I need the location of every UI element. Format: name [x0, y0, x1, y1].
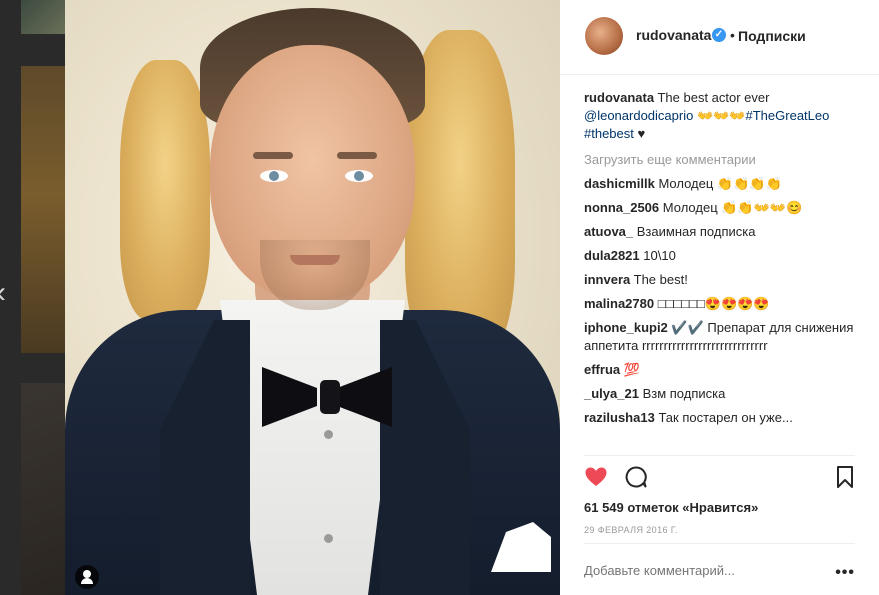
- comment: effrua 💯: [584, 361, 864, 379]
- following-button[interactable]: Подписки: [738, 28, 806, 44]
- background-feed: [0, 0, 65, 595]
- comment-username[interactable]: malina2780: [584, 296, 654, 311]
- photo-eye: [260, 170, 288, 182]
- photo-bowtie-knot: [320, 380, 340, 414]
- bookmark-icon[interactable]: [835, 465, 855, 489]
- comment: _ulya_21 Взм подписка: [584, 385, 864, 403]
- user-tag-icon[interactable]: [75, 565, 99, 589]
- photo-brow: [253, 152, 293, 159]
- header-username[interactable]: rudovanata: [636, 27, 711, 43]
- verified-badge-icon: ✓: [712, 28, 726, 42]
- statue-shape: [120, 60, 210, 320]
- comment-text: Взм подписка: [642, 386, 726, 401]
- post-date[interactable]: 29 ФЕВРАЛЯ 2016 Г.: [584, 525, 678, 535]
- photo-eye: [345, 170, 373, 182]
- comment-text: 10\10: [643, 248, 676, 263]
- photo-stud: [324, 430, 333, 439]
- caption-mention[interactable]: @leonardodicaprio: [584, 108, 693, 123]
- caption-username[interactable]: rudovanata: [584, 90, 654, 105]
- background-thumbnail: [21, 66, 65, 353]
- comment-text: Так постарел он уже...: [658, 410, 793, 425]
- comment: razilusha13 Так постарел он уже...: [584, 409, 864, 427]
- header-separator: •: [730, 27, 735, 43]
- photo-stud: [324, 534, 333, 543]
- comment-username[interactable]: iphone_kupi2: [584, 320, 668, 335]
- comment-username[interactable]: _ulya_21: [584, 386, 639, 401]
- caption-text: The best actor ever: [657, 90, 770, 105]
- comment-icon[interactable]: [624, 465, 648, 489]
- divider: [584, 543, 855, 544]
- post-caption: rudovanata The best actor ever @leonardo…: [584, 89, 864, 143]
- caption-hashtag[interactable]: #TheGreatLeo: [746, 108, 830, 123]
- caption-heart: ♥: [637, 126, 646, 141]
- divider: [584, 455, 855, 456]
- comment-username[interactable]: atuova_: [584, 224, 633, 239]
- comment-username[interactable]: effrua: [584, 362, 620, 377]
- comment-text: Взаимная подписка: [636, 224, 756, 239]
- comment: innvera The best!: [584, 271, 864, 289]
- comment: dashicmillk Молодец 👏👏👏👏: [584, 175, 864, 193]
- comment: nonna_2506 Молодец 👏👏👐👐😊: [584, 199, 864, 217]
- background-thumbnail: [21, 383, 65, 595]
- background-thumbnail: [21, 0, 65, 34]
- photo-mouth: [290, 255, 340, 265]
- add-comment-input[interactable]: [584, 563, 814, 578]
- chevron-left-icon[interactable]: ‹: [0, 278, 6, 308]
- comment: iphone_kupi2 ✔️✔️ Препарат для снижения …: [584, 319, 864, 355]
- caption-hashtag[interactable]: #thebest: [584, 126, 634, 141]
- caption-emoji: 👐👐👐: [696, 108, 746, 123]
- likes-count[interactable]: 61 549 отметок «Нравится»: [584, 500, 758, 515]
- post-header: rudovanata ✓ • Подписки: [560, 0, 879, 75]
- comment: dula2821 10\10: [584, 247, 864, 265]
- load-more-comments-button[interactable]: Загрузить еще комментарии: [584, 151, 864, 169]
- comment-username[interactable]: innvera: [584, 272, 630, 287]
- post-side-panel: rudovanata ✓ • Подписки rudovanata The b…: [560, 0, 879, 595]
- comment-username[interactable]: razilusha13: [584, 410, 655, 425]
- more-options-icon[interactable]: •••: [835, 564, 855, 582]
- comment-text: 💯: [623, 362, 640, 377]
- comment-text: Молодец 👏👏👏👏: [658, 176, 782, 191]
- comment-text: The best!: [633, 272, 688, 287]
- comment: malina2780 □□□□□□😍😍😍😍: [584, 295, 864, 313]
- comment-username[interactable]: dula2821: [584, 248, 640, 263]
- heart-icon[interactable]: [584, 465, 608, 489]
- comment-text: □□□□□□😍😍😍😍: [657, 296, 770, 311]
- comment-username[interactable]: nonna_2506: [584, 200, 659, 215]
- post-actions: [584, 465, 855, 491]
- comment: atuova_ Взаимная подписка: [584, 223, 864, 241]
- comment-text: Молодец 👏👏👐👐😊: [662, 200, 803, 215]
- comments-list: rudovanata The best actor ever @leonardo…: [584, 89, 864, 433]
- comment-username[interactable]: dashicmillk: [584, 176, 655, 191]
- avatar[interactable]: [585, 17, 623, 55]
- photo-brow: [337, 152, 377, 159]
- post-photo[interactable]: [65, 0, 560, 595]
